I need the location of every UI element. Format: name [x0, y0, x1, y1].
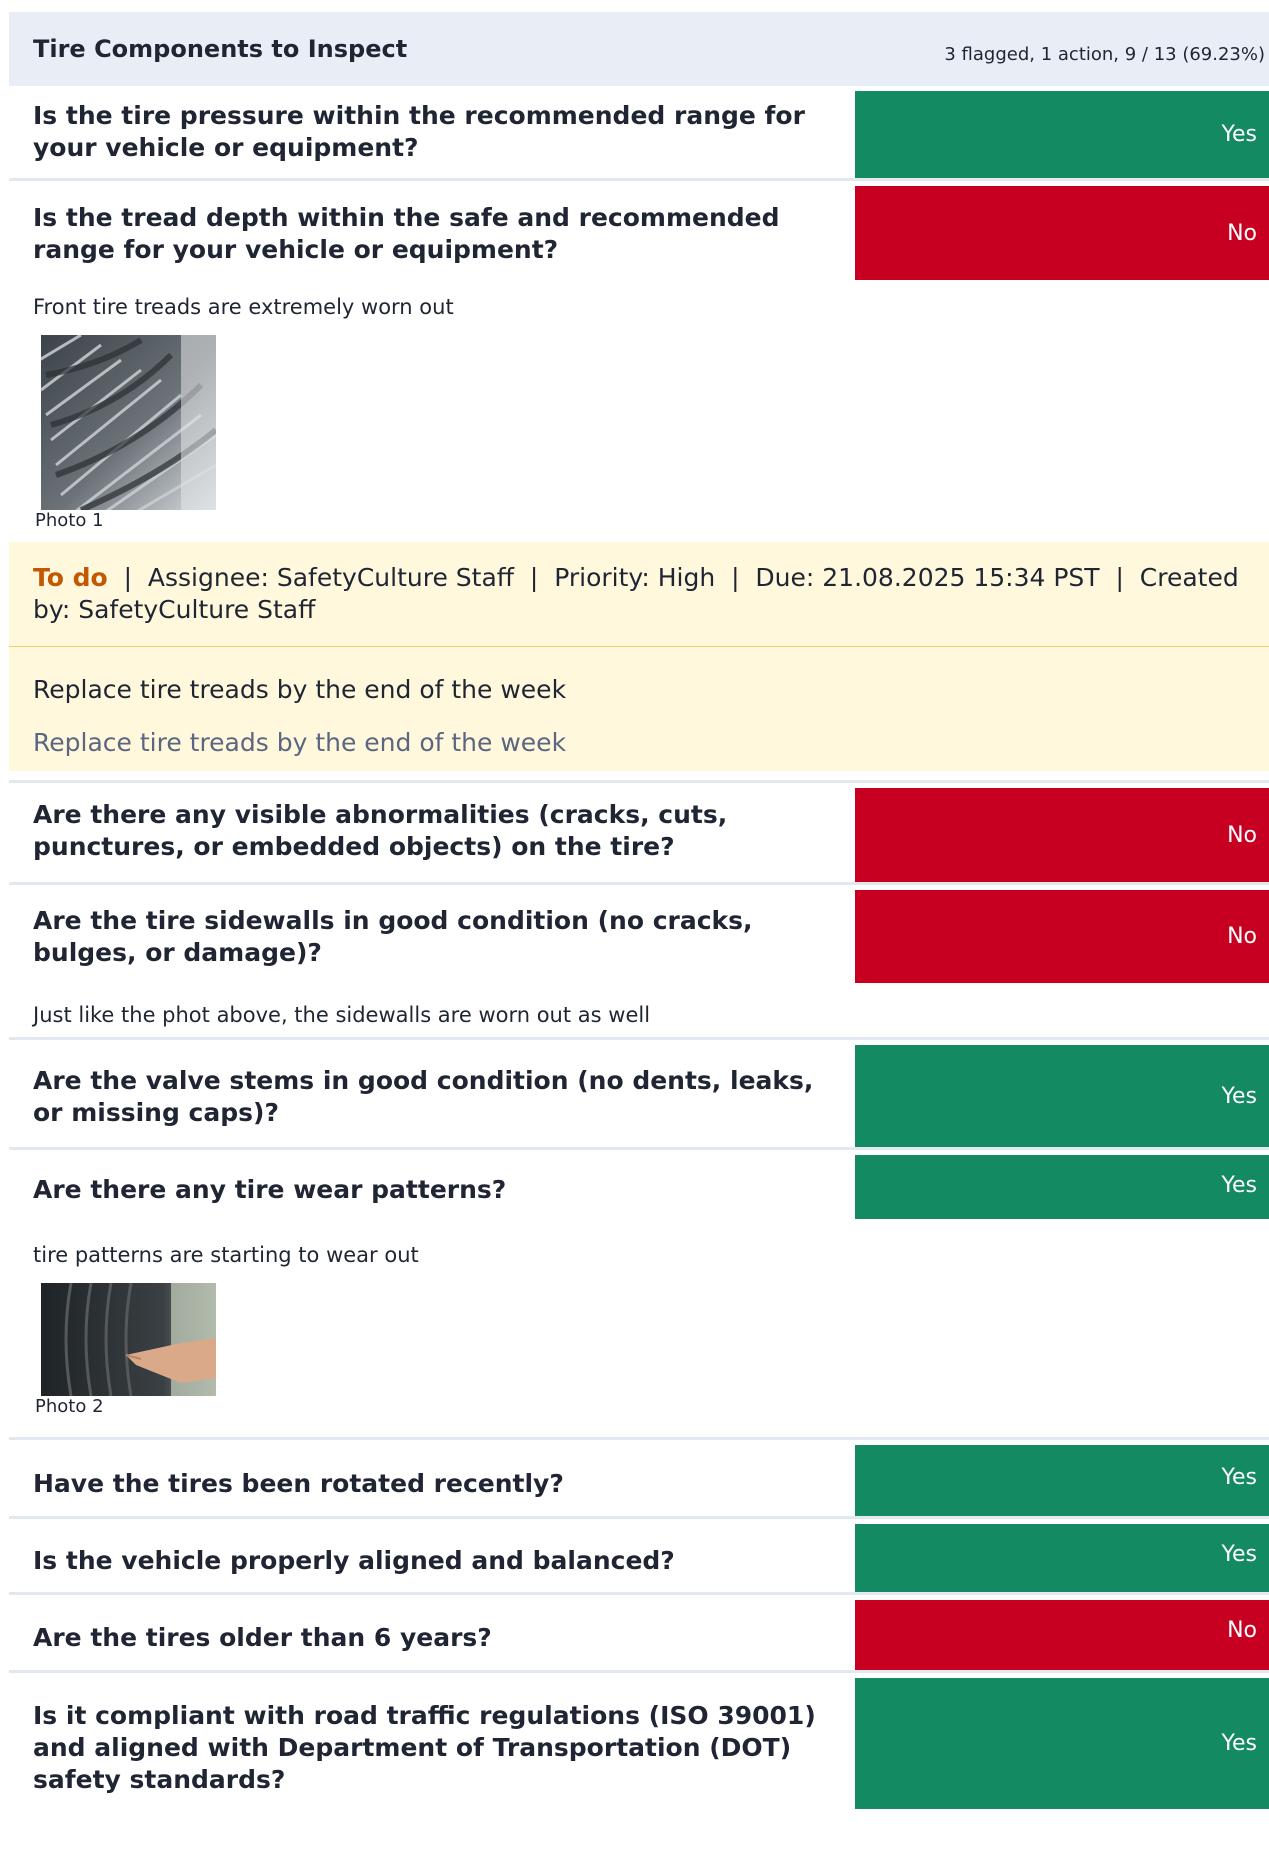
question-row: Is the vehicle properly aligned and bala…	[9, 1519, 1269, 1595]
photo-attachment[interactable]: Photo 1	[9, 335, 1269, 531]
question-note: tire patterns are starting to wear out	[33, 1243, 419, 1267]
answer-yes-badge[interactable]: Yes	[855, 91, 1269, 178]
question-row: Have the tires been rotated recently? Ye…	[9, 1440, 1269, 1519]
action-title: Replace tire treads by the end of the we…	[33, 675, 567, 704]
section-header[interactable]: Tire Components to Inspect 3 flagged, 1 …	[9, 12, 1269, 86]
action-card[interactable]: To do | Assignee: SafetyCulture Staff | …	[9, 542, 1269, 771]
action-due: Due: 21.08.2025 15:34 PST	[755, 563, 1100, 592]
divider	[9, 1417, 1269, 1440]
answer-yes-badge[interactable]: Yes	[855, 1155, 1269, 1219]
question-note: Front tire treads are extremely worn out	[33, 295, 454, 319]
question-text: Is it compliant with road traffic regula…	[33, 1701, 816, 1794]
question-text: Are there any visible abnormalities (cra…	[33, 800, 728, 861]
question-note: Just like the phot above, the sidewalls …	[33, 1003, 651, 1027]
question-row: Are the tire sidewalls in good condition…	[9, 885, 1269, 983]
question-row: Are the valve stems in good condition (n…	[9, 1040, 1269, 1150]
answer-no-badge[interactable]: No	[855, 1600, 1269, 1670]
action-meta: To do | Assignee: SafetyCulture Staff | …	[9, 542, 1269, 647]
question-text: Is the tire pressure within the recommen…	[33, 101, 805, 162]
answer-no-badge[interactable]: No	[855, 890, 1269, 983]
question-row: Are the tires older than 6 years? No	[9, 1595, 1269, 1673]
section-stats: 3 flagged, 1 action, 9 / 13 (69.23%)	[944, 43, 1265, 65]
inspection-section: Tire Components to Inspect 3 flagged, 1 …	[9, 12, 1269, 1809]
photo-attachment[interactable]: Photo 2	[9, 1283, 1269, 1417]
tire-tread-photo[interactable]	[41, 335, 216, 510]
action-assignee: Assignee: SafetyCulture Staff	[147, 563, 514, 592]
question-row: Are there any tire wear patterns? Yes	[9, 1150, 1269, 1219]
section-title: Tire Components to Inspect	[33, 35, 408, 63]
action-status: To do	[33, 563, 108, 592]
answer-yes-badge[interactable]: Yes	[855, 1678, 1269, 1809]
answer-yes-badge[interactable]: Yes	[855, 1445, 1269, 1516]
question-text: Are the valve stems in good condition (n…	[33, 1065, 814, 1127]
answer-no-badge[interactable]: No	[855, 788, 1269, 882]
question-row: Is the tire pressure within the recommen…	[9, 86, 1269, 181]
question-text: Is the vehicle properly aligned and bala…	[33, 1545, 675, 1575]
answer-yes-badge[interactable]: Yes	[855, 1045, 1269, 1147]
action-priority: Priority: High	[554, 563, 716, 592]
question-row: Is the tread depth within the safe and r…	[9, 181, 1269, 280]
action-description: Replace tire treads by the end of the we…	[33, 728, 567, 757]
question-row: Are there any visible abnormalities (cra…	[9, 774, 1269, 885]
question-text: Have the tires been rotated recently?	[33, 1469, 564, 1498]
photo-caption: Photo 1	[35, 510, 104, 531]
question-text: Are the tires older than 6 years?	[33, 1622, 492, 1652]
question-text: Are the tire sidewalls in good condition…	[33, 906, 753, 967]
photo-caption: Photo 2	[35, 1396, 104, 1417]
question-row: Is it compliant with road traffic regula…	[9, 1673, 1269, 1809]
answer-yes-badge[interactable]: Yes	[855, 1524, 1269, 1592]
answer-no-badge[interactable]: No	[855, 186, 1269, 280]
question-text: Is the tread depth within the safe and r…	[33, 202, 780, 264]
question-text: Are there any tire wear patterns?	[33, 1174, 507, 1204]
tire-wear-photo[interactable]	[41, 1283, 216, 1396]
